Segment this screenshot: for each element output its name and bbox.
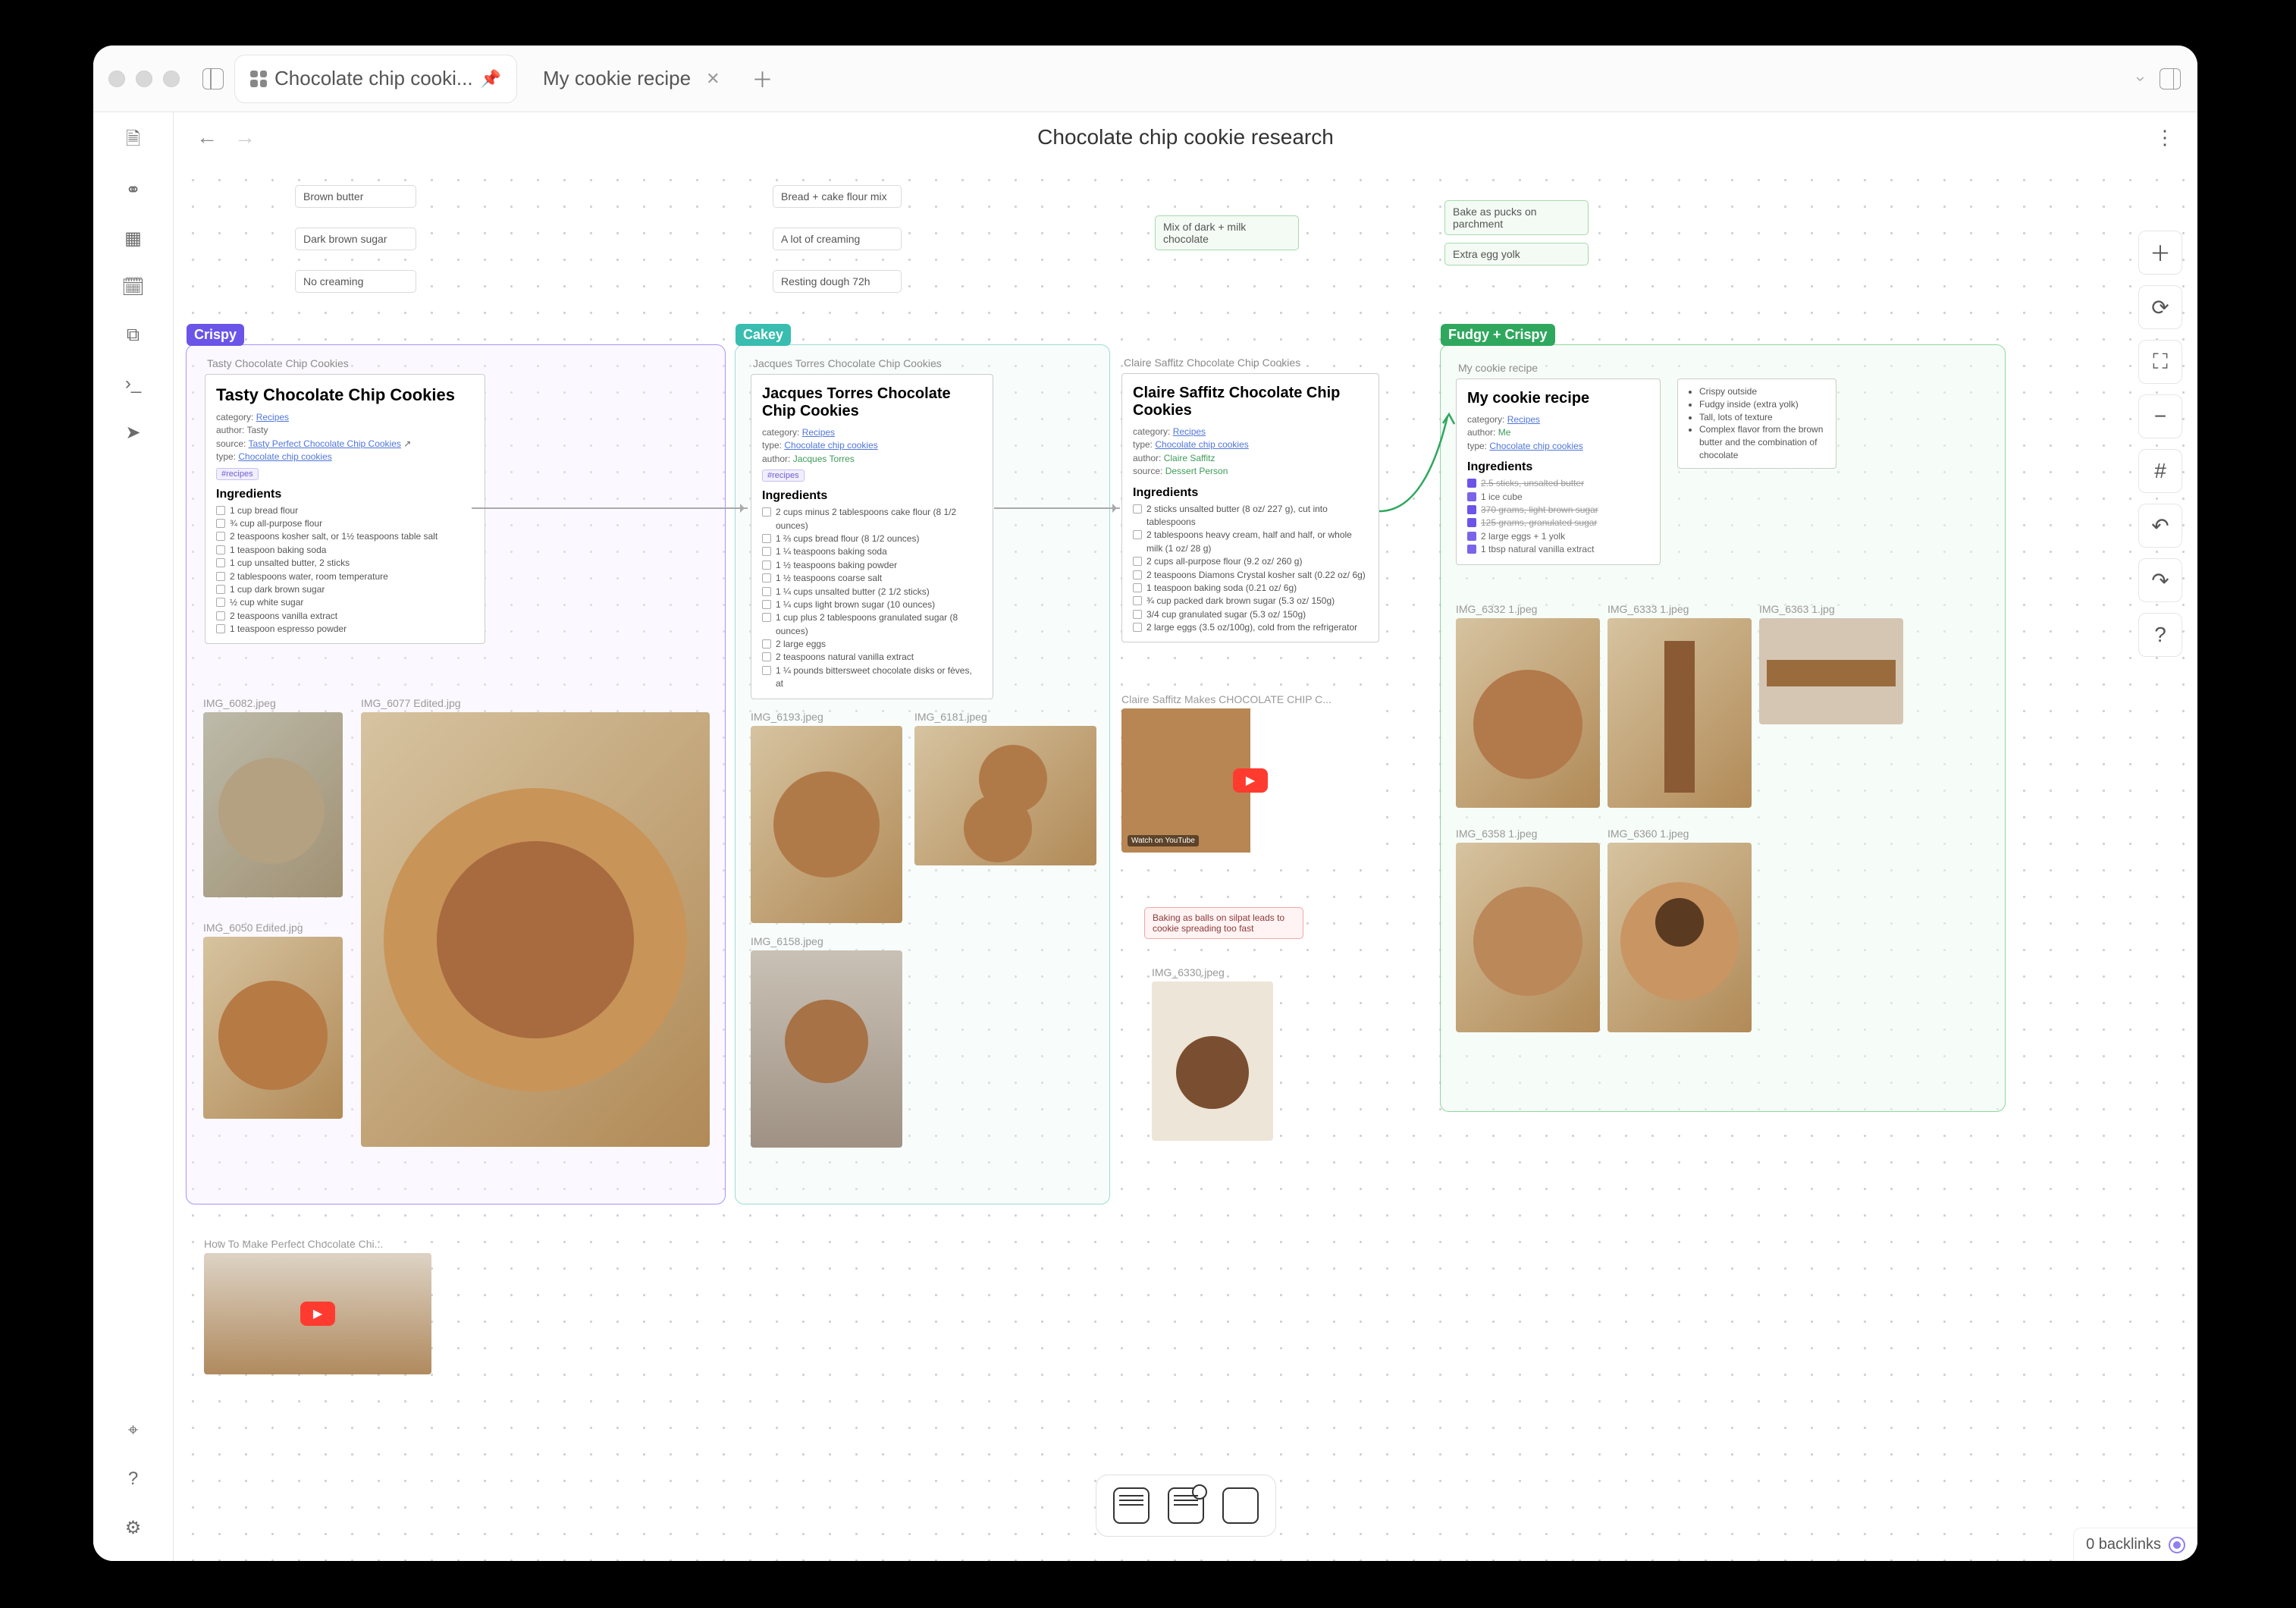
- pin-icon[interactable]: 📌: [481, 69, 501, 89]
- tab-my-cookie-recipe[interactable]: My cookie recipe ✕: [528, 55, 736, 103]
- section-label-cakey: Cakey: [736, 324, 791, 346]
- new-tab-button[interactable]: ＋: [751, 67, 775, 91]
- arrow-claire-to-fudgy: [1379, 405, 1455, 557]
- image-6082[interactable]: IMG_6082.jpeg: [203, 697, 343, 897]
- section-fudgy[interactable]: Fudgy + Crispy My cookie recipe My cooki…: [1440, 344, 2006, 1112]
- note-brown-butter[interactable]: Brown butter: [295, 185, 416, 208]
- minimize-dot-icon[interactable]: [136, 71, 152, 87]
- settings-icon[interactable]: ⚙: [117, 1511, 150, 1544]
- fullscreen-button[interactable]: ⛶: [2138, 340, 2182, 384]
- card-my-recipe[interactable]: My cookie recipe My cookie recipe catego…: [1456, 378, 1661, 565]
- insert-note-button[interactable]: [1113, 1487, 1150, 1524]
- image-6181[interactable]: IMG_6181.jpeg: [914, 711, 1096, 865]
- image-6333[interactable]: IMG_6333 1.jpeg: [1608, 603, 1752, 808]
- note-bake-pucks[interactable]: Bake as pucks on parchment: [1444, 200, 1589, 235]
- traffic-lights[interactable]: [108, 71, 180, 87]
- titlebar-right: ›: [2138, 68, 2197, 90]
- help-icon[interactable]: ?: [117, 1462, 150, 1496]
- refresh-button[interactable]: ⟳: [2138, 285, 2182, 329]
- calendar-icon[interactable]: 🗓: [117, 270, 150, 303]
- note-goals[interactable]: Crispy outside Fudgy inside (extra yolk)…: [1677, 378, 1836, 469]
- zoom-in-button[interactable]: ＋: [2138, 231, 2182, 275]
- note-mix-chocolate[interactable]: Mix of dark + milk chocolate: [1155, 215, 1299, 250]
- back-arrow-icon[interactable]: ←: [196, 125, 218, 149]
- sidebar-toggle-icon[interactable]: [202, 68, 224, 90]
- card-tasty-cookies[interactable]: Tasty Chocolate Chip Cookies Tasty Choco…: [205, 374, 485, 644]
- section-cakey[interactable]: Cakey Jacques Torres Chocolate Chip Cook…: [735, 344, 1110, 1204]
- document-title: Chocolate chip cookie research: [174, 125, 2197, 149]
- redo-button[interactable]: ↷: [2138, 558, 2182, 602]
- backlinks-bar[interactable]: 0 backlinks: [2073, 1528, 2197, 1561]
- left-rail-bottom: ⌖ ? ⚙: [117, 1414, 150, 1544]
- nav-arrows: ← →: [196, 125, 256, 149]
- note-a-lot-of-creaming[interactable]: A lot of creaming: [773, 228, 902, 250]
- arrow-cakey-to-claire: [994, 507, 1120, 509]
- left-rail: 🗎 ⚭ ▦ 🗓 ⧉ ›_ ➤ ⌖ ? ⚙: [93, 112, 174, 1561]
- frame-button[interactable]: #: [2138, 449, 2182, 493]
- image-6193[interactable]: IMG_6193.jpeg: [751, 711, 902, 923]
- card-meta: category: Recipes author: Tasty source: …: [216, 411, 474, 464]
- card-claire-saffitz[interactable]: Claire Saffitz Chocolate Chip Cookies Cl…: [1121, 373, 1379, 642]
- close-tab-icon[interactable]: ✕: [706, 69, 720, 89]
- canvas-insert-toolbar: [1096, 1475, 1276, 1537]
- right-toolbar: ＋ ⟳ ⛶ − # ↶ ↷ ?: [2138, 231, 2182, 657]
- tab-label: Chocolate chip cooki...: [274, 67, 473, 90]
- shield-icon[interactable]: ⌖: [117, 1414, 150, 1447]
- image-6077[interactable]: IMG_6077 Edited.jpg: [361, 697, 710, 1147]
- undo-button[interactable]: ↶: [2138, 504, 2182, 548]
- note-dark-brown-sugar[interactable]: Dark brown sugar: [295, 228, 416, 250]
- grid-icon[interactable]: ▦: [117, 221, 150, 255]
- zoom-out-button[interactable]: −: [2138, 394, 2182, 438]
- right-sidebar-toggle-icon[interactable]: [2160, 68, 2181, 90]
- tab-label: My cookie recipe: [543, 67, 691, 90]
- more-menu-icon[interactable]: ⋮: [2155, 126, 2175, 149]
- tag-recipes[interactable]: #recipes: [216, 468, 259, 480]
- app-window: Chocolate chip cooki... 📌 My cookie reci…: [93, 46, 2197, 1561]
- help-button[interactable]: ?: [2138, 613, 2182, 657]
- canvas-icon: [250, 71, 267, 87]
- card-jacques-torres[interactable]: Jacques Torres Chocolate Chip Cookies Ja…: [751, 374, 993, 699]
- insert-media-button[interactable]: [1168, 1487, 1204, 1524]
- canvas-header: ← → Chocolate chip cookie research ⋮: [174, 112, 2197, 162]
- zoom-dot-icon[interactable]: [163, 71, 180, 87]
- terminal-icon[interactable]: ›_: [117, 367, 150, 400]
- send-icon[interactable]: ➤: [117, 416, 150, 449]
- note-baking-silpat[interactable]: Baking as balls on silpat leads to cooki…: [1144, 907, 1303, 939]
- card-header: Jacques Torres Chocolate Chip Cookies: [753, 357, 942, 369]
- section-crispy[interactable]: Crispy Tasty Chocolate Chip Cookies Tast…: [186, 344, 726, 1204]
- card-title: Tasty Chocolate Chip Cookies: [216, 385, 474, 405]
- image-6050[interactable]: IMG_6050 Edited.jpg: [203, 922, 343, 1119]
- image-6363[interactable]: IMG_6363 1.jpg: [1759, 603, 1903, 724]
- forward-arrow-icon[interactable]: →: [234, 125, 256, 149]
- titlebar: Chocolate chip cooki... 📌 My cookie reci…: [93, 46, 2197, 112]
- video-perfect-cookies[interactable]: How To Make Perfect Chocolate Chi...: [204, 1238, 431, 1374]
- note-resting-dough[interactable]: Resting dough 72h: [773, 270, 902, 293]
- tab-chocolate-chip[interactable]: Chocolate chip cooki... 📌: [234, 55, 517, 103]
- video-claire-saffitz[interactable]: Claire Saffitz Makes CHOCOLATE CHIP C...…: [1121, 693, 1379, 853]
- arrow-crispy-to-cakey: [472, 507, 748, 509]
- canvas-outer: ← → Chocolate chip cookie research ⋮ Bro…: [174, 112, 2197, 1561]
- backlinks-count: 0 backlinks: [2086, 1536, 2161, 1553]
- image-6158[interactable]: IMG_6158.jpeg: [751, 935, 902, 1148]
- file-icon[interactable]: 🗎: [117, 124, 150, 158]
- image-6360[interactable]: IMG_6360 1.jpeg: [1608, 828, 1752, 1032]
- image-6358[interactable]: IMG_6358 1.jpeg: [1456, 828, 1600, 1032]
- image-6332[interactable]: IMG_6332 1.jpeg: [1456, 603, 1600, 808]
- close-dot-icon[interactable]: [108, 71, 125, 87]
- insert-card-button[interactable]: [1222, 1487, 1259, 1524]
- section-label-crispy: Crispy: [187, 324, 244, 346]
- note-bread-cake-flour[interactable]: Bread + cake flour mix: [773, 185, 902, 208]
- ingredients-heading: Ingredients: [216, 488, 474, 501]
- card-header: Tasty Chocolate Chip Cookies: [207, 357, 349, 369]
- backlinks-icon: [2169, 1537, 2185, 1553]
- graph-icon[interactable]: ⚭: [117, 173, 150, 206]
- note-extra-yolk[interactable]: Extra egg yolk: [1444, 243, 1589, 265]
- image-6330[interactable]: IMG_6330.jpeg: [1152, 966, 1273, 1141]
- copy-icon[interactable]: ⧉: [117, 319, 150, 352]
- canvas[interactable]: Brown butter Dark brown sugar No creamin…: [174, 162, 2197, 1561]
- section-label-fudgy: Fudgy + Crispy: [1441, 324, 1555, 346]
- ingredients-list: 1 cup bread flour ¾ cup all-purpose flou…: [216, 504, 474, 636]
- chevron-down-icon[interactable]: ›: [2129, 76, 2150, 81]
- note-no-creaming[interactable]: No creaming: [295, 270, 416, 293]
